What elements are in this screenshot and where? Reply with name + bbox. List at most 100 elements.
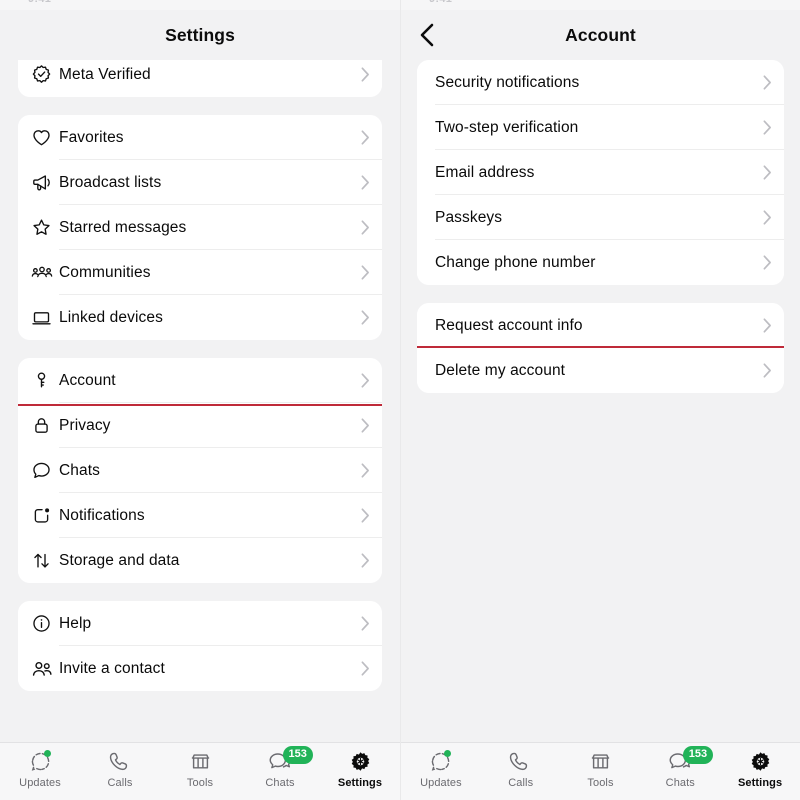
list-item[interactable]: Change phone number	[417, 240, 784, 285]
list-item-label: Chats	[59, 461, 100, 479]
tab-updates[interactable]: Updates	[401, 749, 481, 789]
tab-chats[interactable]: 153 Chats	[240, 746, 320, 789]
chevron-right-icon	[356, 265, 370, 280]
list-item-label: Communities	[59, 263, 151, 281]
list-item[interactable]: Help	[18, 601, 382, 646]
list-item-label: Security notifications	[435, 73, 580, 91]
status-bar-time: 9:41	[429, 0, 452, 5]
list-item[interactable]: Meta Verified	[18, 60, 382, 97]
info-icon	[31, 613, 59, 634]
list-item-label: Notifications	[59, 506, 145, 524]
chats-icon: 153	[268, 746, 313, 774]
list-item[interactable]: Delete my account	[417, 346, 784, 393]
chevron-right-icon	[356, 463, 370, 478]
list-item[interactable]: Security notifications	[417, 60, 784, 105]
tab-label: Tools	[186, 777, 214, 789]
account-list[interactable]: Security notifications Two-step verificat…	[401, 60, 800, 742]
list-item-label: Account	[59, 371, 116, 389]
laptop-icon	[31, 307, 59, 328]
list-item-label: Linked devices	[59, 308, 163, 326]
list-item[interactable]: Starred messages	[18, 205, 382, 250]
bottom-tab-bar[interactable]: Updates Calls Tools 153 Chats Settings	[0, 742, 400, 800]
unread-badge: 153	[682, 746, 714, 764]
list-item-label: Change phone number	[435, 253, 596, 271]
tab-updates[interactable]: Updates	[0, 749, 80, 789]
tab-settings[interactable]: Settings	[320, 749, 400, 789]
tab-tools[interactable]: Tools	[160, 749, 240, 789]
tab-label: Settings	[337, 777, 383, 789]
list-item[interactable]: Favorites	[18, 115, 382, 160]
list-item-label: Email address	[435, 163, 535, 181]
list-item-label: Favorites	[59, 128, 124, 146]
tab-tools[interactable]: Tools	[561, 749, 641, 789]
list-item-label: Invite a contact	[59, 659, 165, 677]
list-item[interactable]: Account	[18, 358, 382, 406]
chevron-right-icon	[356, 310, 370, 325]
list-item[interactable]: Storage and data	[18, 538, 382, 583]
tab-label: Calls	[107, 777, 133, 789]
chevron-right-icon	[758, 165, 772, 180]
list-item[interactable]: Passkeys	[417, 195, 784, 240]
phone-icon	[509, 749, 532, 774]
list-item[interactable]: Two-step verification	[417, 105, 784, 150]
chats-icon: 153	[668, 746, 714, 774]
tab-label: Chats	[665, 777, 695, 789]
people-icon	[31, 658, 59, 680]
tools-storefront-icon	[589, 749, 612, 774]
list-item-label: Delete my account	[435, 361, 566, 379]
list-item-label: Passkeys	[435, 208, 503, 226]
settings-list[interactable]: Meta Verified Favorites Broadcast lists Sta…	[0, 60, 400, 742]
dual-screenshot-container: 9:41 Settings Meta Verified Favorites Broa…	[0, 0, 800, 800]
chevron-right-icon	[356, 130, 370, 145]
tab-settings[interactable]: Settings	[720, 749, 800, 789]
account-screen: 9:41 Account Security notifications Two-s…	[400, 0, 800, 800]
list-item[interactable]: Request account info	[417, 303, 784, 348]
tab-label: Tools	[587, 777, 614, 789]
settings-group: Account Privacy Chats Notifications Storage …	[18, 358, 382, 583]
list-item[interactable]: Notifications	[18, 493, 382, 538]
tools-storefront-icon	[189, 749, 212, 774]
tab-calls[interactable]: Calls	[80, 749, 160, 789]
chevron-right-icon	[356, 373, 370, 388]
chevron-right-icon	[758, 75, 772, 90]
account-navbar: Account	[401, 10, 800, 60]
list-item[interactable]: Linked devices	[18, 295, 382, 340]
tab-label: Updates	[19, 777, 61, 789]
chat-bubble-icon	[31, 460, 59, 481]
settings-group: Security notifications Two-step verificat…	[417, 60, 784, 285]
tab-chats[interactable]: 153 Chats	[640, 746, 720, 789]
megaphone-icon	[31, 172, 59, 193]
list-item[interactable]: Chats	[18, 448, 382, 493]
tab-label: Updates	[420, 777, 462, 789]
chevron-left-icon	[420, 23, 433, 47]
settings-group: Favorites Broadcast lists Starred messages…	[18, 115, 382, 340]
status-bar: 9:41	[401, 0, 800, 10]
chevron-right-icon	[758, 120, 772, 135]
chevron-right-icon	[356, 508, 370, 523]
back-button[interactable]	[409, 18, 443, 52]
arrows-updown-icon	[31, 550, 59, 571]
communities-icon	[31, 262, 59, 284]
list-item[interactable]: Broadcast lists	[18, 160, 382, 205]
gear-icon	[349, 749, 372, 774]
phone-icon	[109, 749, 132, 774]
page-title: Settings	[165, 24, 235, 45]
gear-icon	[749, 749, 772, 774]
settings-screen: 9:41 Settings Meta Verified Favorites Broa…	[0, 0, 400, 800]
tab-calls[interactable]: Calls	[481, 749, 561, 789]
list-item-label: Storage and data	[59, 551, 180, 569]
list-item[interactable]: Communities	[18, 250, 382, 295]
list-item[interactable]: Invite a contact	[18, 646, 382, 691]
list-item-label: Meta Verified	[59, 65, 151, 83]
updates-icon	[29, 749, 52, 774]
settings-group: Meta Verified	[18, 60, 382, 97]
tab-label: Chats	[265, 777, 295, 789]
chevron-right-icon	[356, 67, 370, 82]
list-item[interactable]: Email address	[417, 150, 784, 195]
list-item[interactable]: Privacy	[18, 403, 382, 448]
chevron-right-icon	[356, 616, 370, 631]
bottom-tab-bar[interactable]: Updates Calls Tools 153 Chats Settings	[401, 742, 800, 800]
chevron-right-icon	[356, 661, 370, 676]
updates-icon	[429, 749, 452, 774]
status-bar-time: 9:41	[28, 0, 51, 5]
